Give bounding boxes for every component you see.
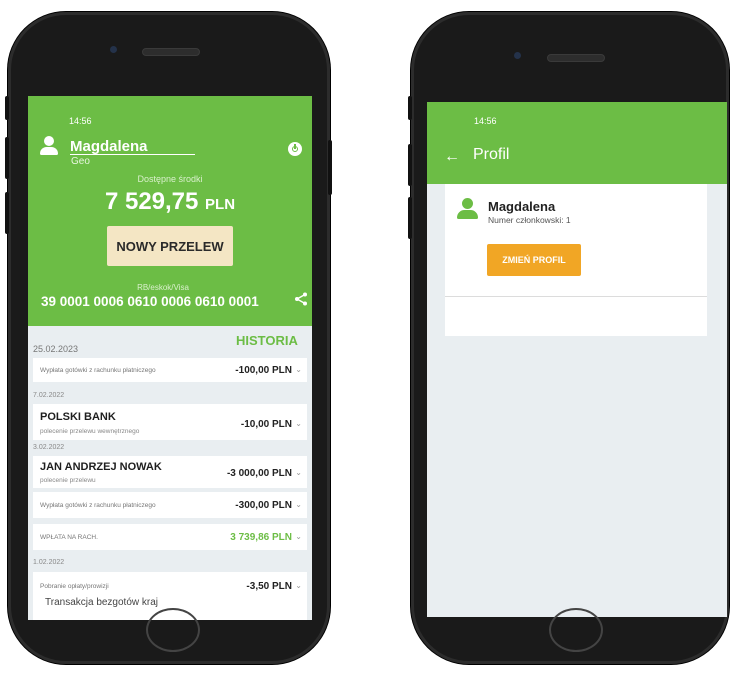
home-button[interactable] (549, 608, 603, 652)
mute-switch (408, 96, 412, 120)
transaction-amount: -100,00 PLN (235, 365, 292, 376)
history-title[interactable]: HISTORIA (236, 333, 298, 348)
user-subname: Geo (71, 156, 90, 167)
status-time: 14:56 (69, 116, 92, 126)
transaction-row[interactable]: JAN ANDRZEJ NOWAK polecenie przelewu -3 … (33, 456, 307, 488)
transaction-desc: Wypłata gotówki z rachunku płatniczego (40, 367, 156, 374)
transaction-row[interactable]: Wypłata gotówki z rachunku płatniczego -… (33, 358, 307, 382)
new-transfer-button[interactable]: NOWY PRZELEW (107, 226, 233, 266)
profile-header: 14:56 ← Profil (427, 102, 727, 184)
transaction-amount: 3 739,86 PLN (230, 532, 292, 543)
chevron-down-icon[interactable]: ⌄ (295, 468, 302, 477)
volume-up-button (5, 137, 9, 179)
transaction-amount: -3 000,00 PLN (226, 468, 292, 479)
page-title: Profil (473, 146, 510, 163)
edit-profile-button[interactable]: ZMIEŃ PROFIL (487, 244, 581, 276)
divider (445, 296, 707, 297)
chevron-down-icon[interactable]: ⌄ (295, 532, 302, 541)
share-icon[interactable] (294, 292, 308, 306)
power-side-button (328, 140, 332, 195)
phone-right: 14:56 ← Profil Magdalena Numer członkows… (408, 12, 729, 664)
chevron-down-icon[interactable]: ⌄ (295, 581, 302, 590)
status-time: 14:56 (474, 116, 497, 126)
account-number: 39 0001 0006 0610 0006 0610 0001 (41, 294, 259, 309)
transaction-row[interactable]: WPŁATA NA RACH. 3 739,86 PLN ⌄ (33, 524, 307, 550)
transaction-row[interactable]: POLSKI BANK polecenie przelewu wewnętrzn… (33, 404, 307, 440)
screen-profile: 14:56 ← Profil Magdalena Numer członkows… (427, 102, 727, 617)
transaction-sub: polecenie przelewu (40, 477, 96, 484)
phone-left: 14:56 Magdalena Geo Dostępne środki 7 52… (5, 12, 332, 664)
chevron-down-icon[interactable]: ⌄ (295, 500, 302, 509)
user-row[interactable]: Magdalena (40, 136, 148, 156)
transaction-amount: -3,50 PLN (246, 581, 292, 592)
balance-value: 7 529,75 (104, 188, 199, 215)
screen-account: 14:56 Magdalena Geo Dostępne środki 7 52… (28, 96, 312, 620)
profile-card: Magdalena Numer członkowski: 1 ZMIEŃ PRO… (445, 184, 707, 336)
volume-up-button (408, 144, 412, 186)
history-date: 25.02.2023 (33, 344, 79, 354)
volume-down-button (408, 197, 412, 239)
transaction-row[interactable]: Wypłata gotówki z rachunku płatniczego -… (33, 492, 307, 518)
transaction-desc: WPŁATA NA RACH. (40, 534, 98, 541)
member-number: Numer członkowski: 1 (488, 215, 571, 225)
mute-switch (5, 96, 9, 120)
transaction-sub: polecenie przelewu wewnętrznego (40, 428, 140, 435)
transaction-name: POLSKI BANK (40, 411, 116, 423)
date-label: 3.02.2022 (33, 444, 65, 451)
power-icon[interactable] (288, 142, 302, 156)
chevron-down-icon[interactable]: ⌄ (295, 365, 302, 374)
date-label: 1.02.2022 (33, 559, 65, 566)
user-name: Magdalena (70, 137, 148, 155)
balance-currency: PLN (205, 196, 236, 213)
home-button[interactable] (146, 608, 200, 652)
earpiece-speaker (547, 54, 605, 62)
front-camera (514, 52, 521, 59)
user-underline (70, 154, 195, 155)
transaction-amount: -300,00 PLN (235, 500, 292, 511)
front-camera (110, 46, 117, 53)
user-icon (457, 198, 478, 220)
transaction-extra: Transakcja bezgotów kraj (45, 597, 159, 608)
user-icon (40, 136, 58, 156)
volume-down-button (5, 192, 9, 234)
chevron-down-icon[interactable]: ⌄ (295, 419, 302, 428)
transaction-desc: Pobranie opłaty/prowizji (40, 583, 109, 590)
back-arrow-icon[interactable]: ← (444, 148, 460, 166)
transaction-amount: -10,00 PLN (240, 419, 292, 430)
profile-name: Magdalena (488, 199, 556, 214)
account-header: 14:56 Magdalena Geo Dostępne środki 7 52… (28, 96, 312, 326)
balance-label: Dostępne środki (137, 174, 203, 184)
earpiece-speaker (142, 48, 200, 56)
balance-amount: 7 529,75 PLN (28, 188, 312, 216)
transaction-name: JAN ANDRZEJ NOWAK (40, 461, 162, 473)
transaction-desc: Wypłata gotówki z rachunku płatniczego (40, 502, 156, 509)
account-label: RB/eskok/Visa (137, 283, 189, 292)
date-label: 7.02.2022 (33, 392, 65, 399)
